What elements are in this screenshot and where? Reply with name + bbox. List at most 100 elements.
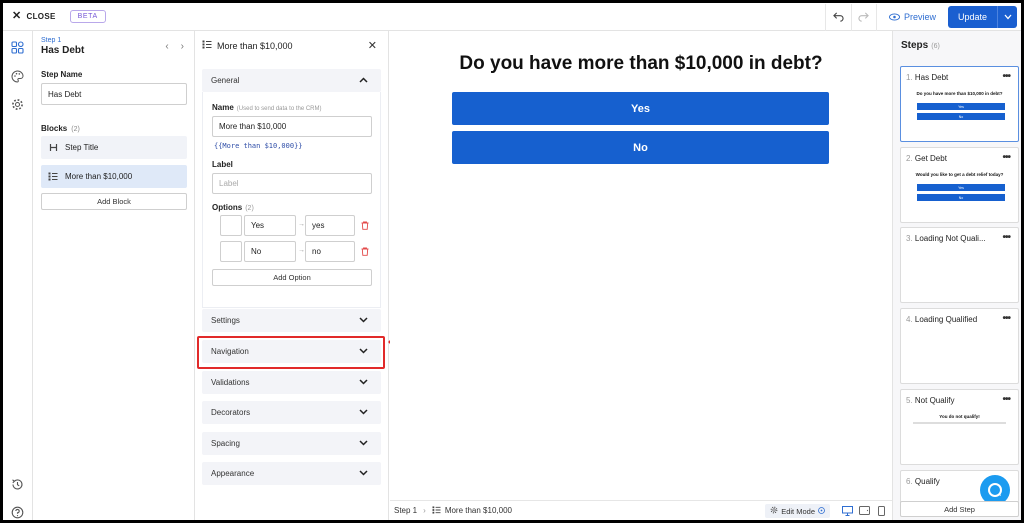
eye-icon bbox=[888, 13, 900, 21]
more-menu-icon[interactable]: ••• bbox=[1002, 232, 1010, 243]
chevron-right-icon: › bbox=[423, 506, 426, 515]
section-general-body: Name (Used to send data to the CRM) More … bbox=[202, 92, 381, 308]
update-dropdown-button[interactable] bbox=[997, 6, 1017, 28]
list-options-icon bbox=[48, 172, 58, 181]
chevron-down-icon bbox=[1004, 14, 1011, 20]
breadcrumb-step[interactable]: Step 1 bbox=[394, 506, 417, 515]
chevron-left-icon[interactable]: ‹ bbox=[165, 41, 168, 52]
step-name: Qualify bbox=[914, 477, 940, 486]
step-card-get-debt[interactable]: 2. Get Debt ••• Would you like to get a … bbox=[900, 147, 1019, 223]
preview-button[interactable]: Preview bbox=[877, 12, 948, 22]
option-image-box[interactable] bbox=[220, 215, 242, 236]
step-title: Has Debt bbox=[41, 45, 85, 56]
close-icon: ✕ bbox=[12, 10, 22, 22]
edit-mode-toggle[interactable]: Edit Mode bbox=[765, 504, 830, 518]
more-menu-icon[interactable]: ••• bbox=[1002, 313, 1010, 324]
gear-icon[interactable] bbox=[10, 97, 24, 111]
step-card-title: 1. Has Debt bbox=[906, 73, 948, 82]
desktop-icon[interactable] bbox=[841, 505, 853, 516]
step-num: 3. bbox=[906, 234, 913, 243]
tablet-icon[interactable] bbox=[858, 505, 870, 516]
label-input[interactable]: Label bbox=[212, 173, 372, 194]
add-step-button[interactable]: Add Step bbox=[900, 501, 1019, 517]
option-value-input[interactable]: no bbox=[305, 241, 355, 262]
close-icon[interactable]: ✕ bbox=[368, 39, 377, 52]
chevron-down-icon bbox=[357, 376, 369, 388]
blocks-icon[interactable] bbox=[10, 40, 24, 54]
mobile-icon[interactable] bbox=[875, 505, 887, 516]
more-menu-icon[interactable]: ••• bbox=[1002, 71, 1010, 82]
palette-icon[interactable] bbox=[10, 69, 24, 83]
option-image-box[interactable] bbox=[220, 241, 242, 262]
step-card-title: 2. Get Debt bbox=[906, 154, 947, 163]
block-item-label: More than $10,000 bbox=[65, 172, 133, 181]
step-num: 5. bbox=[906, 396, 913, 405]
step-card-not-qualify[interactable]: 5. Not Qualify ••• You do not qualify! bbox=[900, 389, 1019, 465]
update-button[interactable]: Update bbox=[947, 6, 997, 28]
name-input[interactable]: More than $10,000 bbox=[212, 116, 372, 137]
step-num: 4. bbox=[906, 315, 913, 324]
section-validations[interactable]: Validations bbox=[202, 371, 381, 394]
options-label: Options (2) bbox=[212, 203, 254, 212]
history-icon[interactable] bbox=[10, 477, 24, 491]
section-decorators[interactable]: Decorators bbox=[202, 401, 381, 424]
trash-icon[interactable] bbox=[361, 247, 369, 256]
redo-button[interactable] bbox=[850, 3, 877, 31]
step-kicker: Step 1 bbox=[41, 37, 62, 44]
add-block-button[interactable]: Add Block bbox=[41, 193, 187, 210]
option-label-input[interactable]: No bbox=[244, 241, 296, 262]
chevron-down-icon bbox=[357, 467, 369, 479]
close-button[interactable]: ✕ CLOSE bbox=[12, 11, 56, 22]
step-nav: ‹ › bbox=[165, 41, 184, 52]
section-appearance[interactable]: Appearance bbox=[202, 462, 381, 485]
more-menu-icon[interactable]: ••• bbox=[1002, 152, 1010, 163]
arrow-right-icon: → bbox=[298, 247, 305, 254]
step-name-input[interactable]: Has Debt bbox=[41, 83, 187, 105]
trash-icon[interactable] bbox=[361, 221, 369, 230]
choice-yes-button[interactable]: Yes bbox=[452, 92, 829, 125]
heading-icon bbox=[48, 143, 58, 152]
app-frame: ✕ CLOSE BETA Preview Update Step 1 Has D… bbox=[0, 0, 1024, 523]
section-title: Appearance bbox=[211, 469, 255, 478]
step-name: Loading Qualified bbox=[914, 315, 978, 324]
chevron-down-icon bbox=[357, 437, 369, 449]
step-card-choice: No bbox=[917, 194, 1005, 201]
step-card-question: Do you have more than $10,000 in debt? bbox=[916, 91, 1003, 96]
section-settings[interactable]: Settings bbox=[202, 309, 381, 332]
section-spacing[interactable]: Spacing bbox=[202, 432, 381, 455]
step-card-loading-qualified[interactable]: 4. Loading Qualified ••• bbox=[900, 308, 1019, 384]
step-name: Loading Not Quali... bbox=[914, 234, 986, 243]
chevron-right-icon[interactable]: › bbox=[181, 41, 184, 52]
section-title: Settings bbox=[211, 316, 240, 325]
step-card-loading-not-qualified[interactable]: 3. Loading Not Quali... ••• bbox=[900, 227, 1019, 303]
step-num: 2. bbox=[906, 154, 913, 163]
name-hint: (Used to send data to the CRM) bbox=[236, 106, 322, 112]
undo-button[interactable] bbox=[824, 3, 851, 31]
option-value-input[interactable]: yes bbox=[305, 215, 355, 236]
breadcrumb-block[interactable]: More than $10,000 bbox=[445, 506, 512, 515]
step-num: 1. bbox=[906, 73, 913, 82]
help-circle-icon[interactable] bbox=[10, 505, 24, 519]
steps-sidebar: Steps (6) 1. Has Debt ••• Do you have mor… bbox=[892, 31, 1021, 520]
redo-icon bbox=[858, 12, 870, 22]
more-menu-icon[interactable]: ••• bbox=[1002, 394, 1010, 405]
add-option-button[interactable]: Add Option bbox=[212, 269, 372, 286]
name-label-text: Name bbox=[212, 103, 234, 112]
block-item-step-title[interactable]: Step Title bbox=[41, 136, 187, 159]
option-label-input[interactable]: Yes bbox=[244, 215, 296, 236]
step-name: Has Debt bbox=[914, 73, 949, 82]
chat-icon bbox=[988, 483, 1002, 497]
info-icon bbox=[818, 506, 825, 516]
choice-no-button[interactable]: No bbox=[452, 131, 829, 164]
label-label: Label bbox=[212, 160, 233, 169]
block-item-more-than-10000[interactable]: More than $10,000 bbox=[41, 165, 187, 188]
step-card-question: Would you like to get a debt relief toda… bbox=[915, 172, 1004, 177]
step-card-title: 4. Loading Qualified bbox=[906, 315, 977, 324]
step-panel: Step 1 Has Debt ‹ › Step Name Has Debt B… bbox=[33, 31, 195, 520]
step-card-has-debt[interactable]: 1. Has Debt ••• Do you have more than $1… bbox=[900, 66, 1019, 142]
merge-token[interactable]: {{More than $10,000}} bbox=[214, 142, 303, 150]
section-general-header[interactable]: General bbox=[202, 69, 381, 92]
steps-title: Steps bbox=[901, 40, 929, 51]
section-title: Spacing bbox=[211, 439, 240, 448]
question-title: Do you have more than $10,000 in debt? bbox=[459, 53, 823, 74]
